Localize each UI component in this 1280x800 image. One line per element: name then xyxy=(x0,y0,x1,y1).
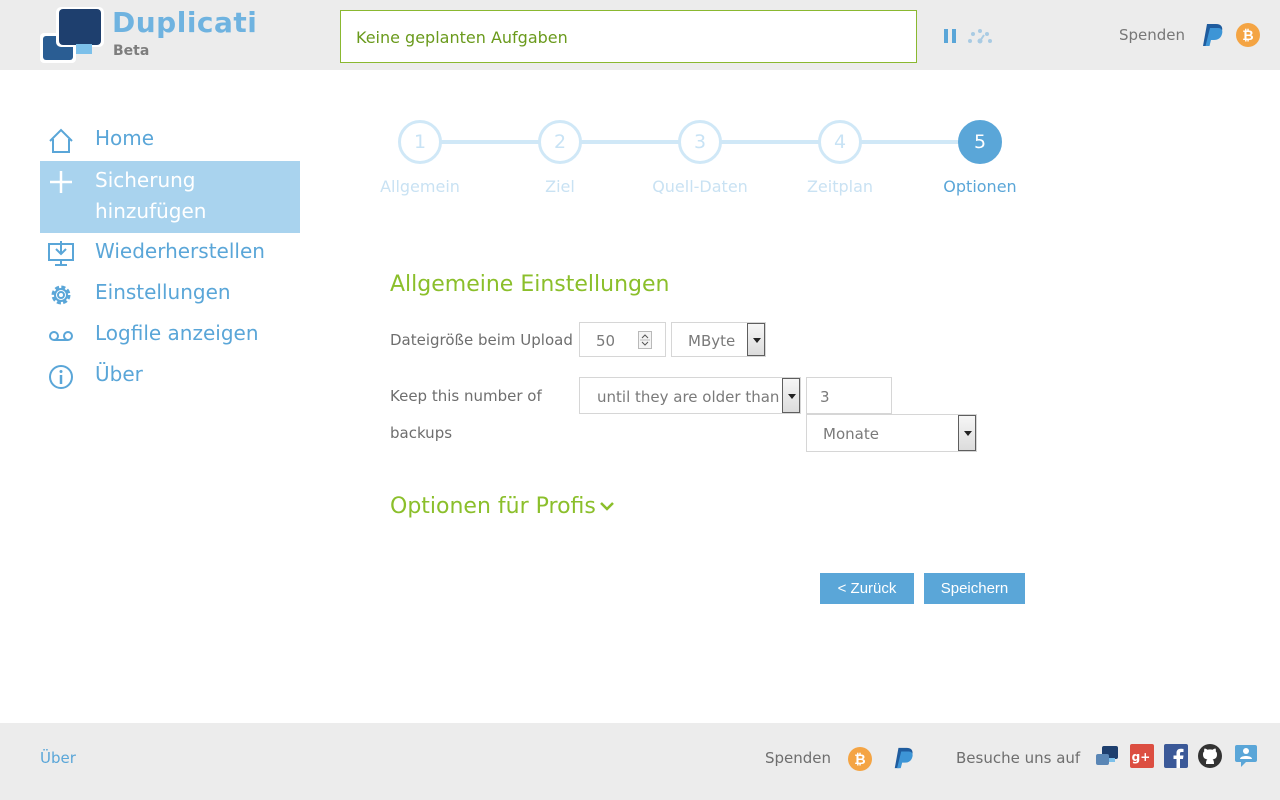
pro-options-toggle[interactable]: Optionen für Profis xyxy=(390,494,596,519)
section-title-general-settings: Allgemeine Einstellungen xyxy=(390,272,670,297)
chevron-down-icon[interactable] xyxy=(958,415,976,451)
sidebar-item-label: Wiederherstellen xyxy=(95,239,265,263)
restore-icon xyxy=(48,241,74,266)
chevron-down-icon[interactable] xyxy=(782,378,800,413)
sidebar-item-restore[interactable]: Wiederherstellen xyxy=(40,233,300,273)
upload-size-input[interactable]: 50 xyxy=(579,322,666,357)
info-icon xyxy=(49,365,73,389)
facebook-icon[interactable] xyxy=(1164,744,1188,768)
footer-visit-label: Besuche uns auf xyxy=(956,749,1081,767)
bitcoin-icon[interactable]: ₿ xyxy=(848,747,872,771)
footer-donate-label: Spenden xyxy=(765,749,832,767)
github-icon[interactable] xyxy=(1198,744,1222,768)
upload-size-unit-value: MByte xyxy=(688,332,736,350)
chevron-down-icon[interactable] xyxy=(599,500,615,514)
wizard-step-label-general[interactable]: Allgemein xyxy=(350,177,490,196)
keep-backups-label-line1: Keep this number of xyxy=(390,387,542,405)
header: Duplicati Beta Keine geplanten Aufgaben … xyxy=(0,0,1280,70)
upload-size-stepper[interactable] xyxy=(638,331,652,349)
google-plus-icon[interactable]: g+ xyxy=(1130,744,1154,768)
svg-text:g+: g+ xyxy=(1132,750,1151,764)
wizard-step-2[interactable]: 2 xyxy=(538,120,582,164)
gear-icon xyxy=(51,285,71,305)
wizard-step-label-schedule[interactable]: Zeitplan xyxy=(770,177,910,196)
upload-size-label: Dateigröße beim Upload xyxy=(390,331,573,349)
sidebar-item-add-backup[interactable]: Sicherung hinzufügen xyxy=(40,161,300,233)
status-text: Keine geplanten Aufgaben xyxy=(356,28,568,47)
footer: Über Spenden ₿ Besuche uns auf g+ xyxy=(0,723,1280,800)
back-button[interactable]: < Zurück xyxy=(820,573,914,604)
keep-mode-value: until they are older than xyxy=(597,388,780,406)
svg-text:₿: ₿ xyxy=(1242,28,1253,44)
keep-backups-label-line2: backups xyxy=(390,424,453,442)
wizard-step-label-destination[interactable]: Ziel xyxy=(490,177,630,196)
sidebar-item-label: Sicherung hinzufügen xyxy=(95,168,207,223)
chevron-down-icon[interactable] xyxy=(747,323,765,356)
home-icon xyxy=(49,128,73,153)
pause-icon[interactable] xyxy=(942,27,958,45)
svg-text:₿: ₿ xyxy=(854,752,865,768)
sidebar-item-label: Home xyxy=(95,126,155,150)
wizard-step-5[interactable]: 5 xyxy=(958,120,1002,164)
duplicati-forum-icon[interactable] xyxy=(1095,744,1119,768)
sidebar-item-home[interactable]: Home xyxy=(40,120,300,160)
sidebar-item-about[interactable]: Über xyxy=(40,356,300,396)
brand-subtitle: Beta xyxy=(113,43,150,59)
chat-icon[interactable] xyxy=(1234,744,1258,768)
upload-size-value: 50 xyxy=(596,332,616,350)
save-button[interactable]: Speichern xyxy=(924,573,1025,604)
paypal-icon[interactable] xyxy=(892,746,916,770)
sidebar-item-log[interactable]: Logfile anzeigen xyxy=(40,315,300,355)
brand-title: Duplicati xyxy=(112,6,258,39)
keep-unit-value: Monate xyxy=(823,425,879,443)
wizard-step-1[interactable]: 1 xyxy=(398,120,442,164)
bitcoin-icon[interactable]: ₿ xyxy=(1236,23,1260,47)
wizard-step-3[interactable]: 3 xyxy=(678,120,722,164)
duplicati-logo xyxy=(40,7,104,63)
wizard-step-label-options[interactable]: Optionen xyxy=(910,177,1050,196)
sidebar-item-settings[interactable]: Einstellungen xyxy=(40,274,300,314)
wizard-step-4[interactable]: 4 xyxy=(818,120,862,164)
keep-unit-select[interactable]: Monate xyxy=(806,414,977,452)
donate-label: Spenden xyxy=(1119,26,1186,44)
footer-about-link[interactable]: Über xyxy=(40,749,76,767)
wizard-step-label-source[interactable]: Quell-Daten xyxy=(630,177,770,196)
keep-mode-select[interactable]: until they are older than xyxy=(579,377,801,414)
keep-amount-input[interactable]: 3 xyxy=(806,377,892,414)
plus-icon xyxy=(50,171,72,193)
paypal-icon[interactable] xyxy=(1201,22,1225,48)
sidebar-item-label: Logfile anzeigen xyxy=(95,321,259,345)
sidebar-item-label: Über xyxy=(95,362,143,386)
stepper-arrows-icon xyxy=(640,334,650,346)
log-icon xyxy=(49,331,73,341)
throttle-icon[interactable] xyxy=(966,26,994,46)
upload-size-unit-select[interactable]: MByte xyxy=(671,322,766,357)
keep-amount-value: 3 xyxy=(820,388,830,406)
sidebar-item-label: Einstellungen xyxy=(95,280,231,304)
status-box: Keine geplanten Aufgaben xyxy=(340,10,917,63)
